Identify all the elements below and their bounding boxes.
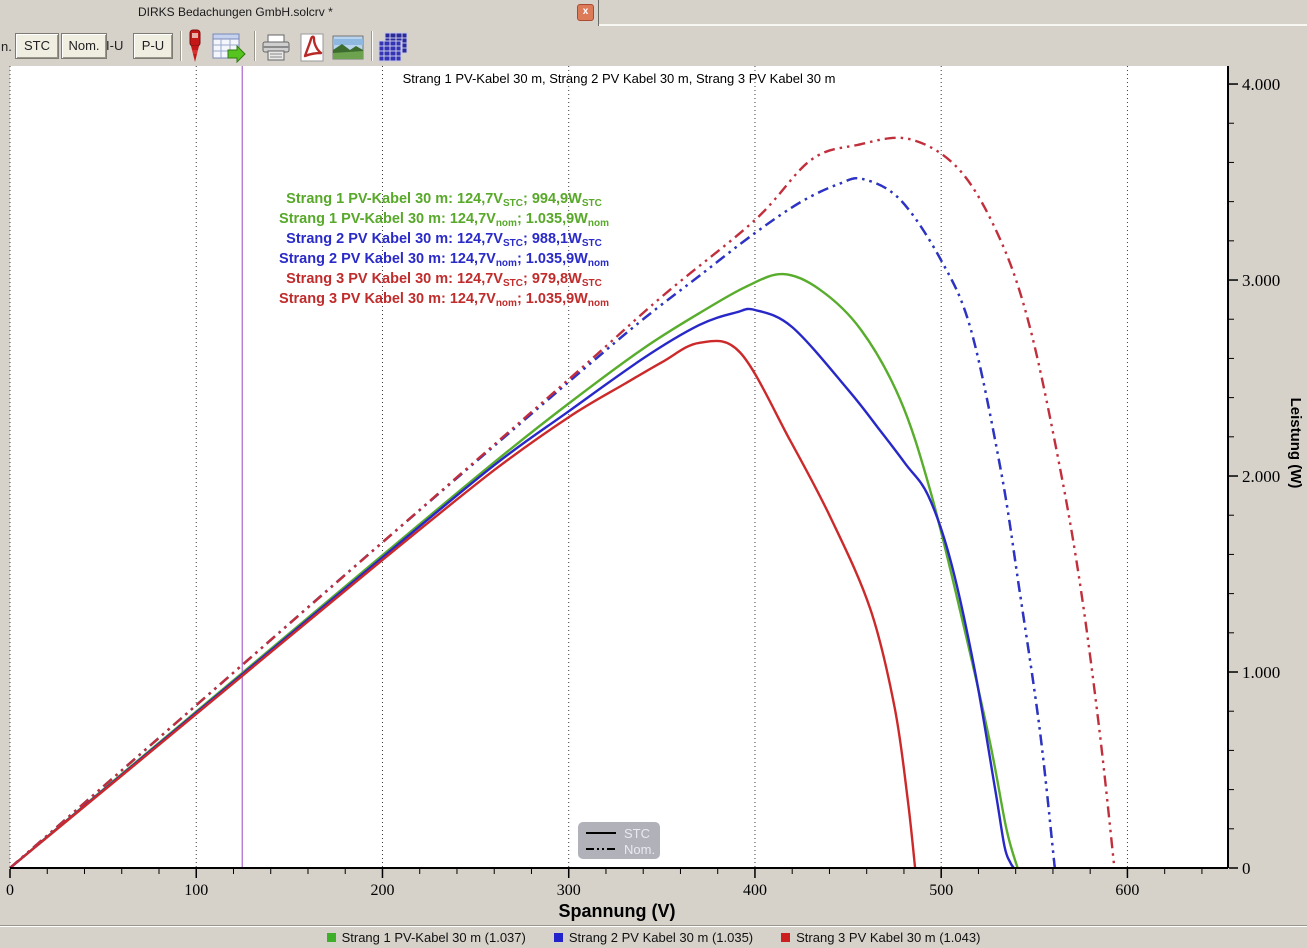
series-label: Strang 1 PV-Kabel 30 m (1.037) (342, 930, 526, 945)
y-tick-label: 3.000 (1242, 271, 1280, 290)
toolbar-separator (254, 31, 255, 61)
plot-background (10, 66, 1228, 868)
image-icon[interactable] (332, 35, 364, 65)
status-legend-item: Strang 1 PV-Kabel 30 m (1.037) (327, 930, 526, 945)
series-color-swatch (554, 933, 563, 942)
series-color-swatch (327, 933, 336, 942)
chart-area: 0 100 200 300 400 500 600 0 1.000 2.000 3.000 4.000… (0, 66, 1307, 925)
series-label: Strang 3 PV Kabel 30 m (1.043) (796, 930, 980, 945)
export-table-icon[interactable] (212, 33, 246, 68)
close-icon[interactable]: x (577, 4, 594, 21)
clipped-button-label[interactable]: n. (1, 39, 12, 54)
chart-title: Strang 1 PV-Kabel 30 m, Strang 2 PV Kabe… (403, 71, 836, 86)
y-tick-label: 0 (1242, 859, 1251, 878)
tab-divider (598, 0, 599, 26)
x-axis-title: Spannung (V) (559, 901, 676, 921)
mpp-annotation: Strang 3 PV Kabel 30 m: 124,7Vnom; 1.035… (279, 291, 609, 309)
pv-power-voltage-chart: 0 100 200 300 400 500 600 0 1.000 2.000 3.000 4.000… (0, 66, 1307, 925)
document-tab[interactable]: DIRKS Bedachungen GmbH.solcrv * x (0, 0, 598, 26)
mpp-annotation: Strang 1 PV-Kabel 30 m: 124,7VSTC; 994,9… (286, 191, 602, 209)
printer-icon[interactable] (261, 34, 291, 67)
x-tick-label: 200 (370, 882, 394, 899)
pu-curve-button[interactable]: P-U (133, 33, 173, 59)
y-tick-label: 1.000 (1242, 663, 1280, 682)
solar-panel-icon[interactable] (377, 31, 409, 68)
legend-label: STC (624, 826, 650, 841)
thermometer-icon[interactable] (186, 29, 204, 70)
toolbar-separator (180, 31, 181, 61)
nom-button[interactable]: Nom. (61, 33, 107, 59)
status-legend-bar: Strang 1 PV-Kabel 30 m (1.037) Strang 2 P… (0, 925, 1307, 948)
status-legend-item: Strang 2 PV Kabel 30 m (1.035) (554, 930, 753, 945)
y-tick-label: 4.000 (1242, 75, 1280, 94)
mpp-annotation: Strang 2 PV Kabel 30 m: 124,7Vnom; 1.035… (279, 251, 609, 269)
x-tick-label: 500 (929, 882, 953, 899)
stc-button[interactable]: STC (15, 33, 59, 59)
x-tick-label: 0 (6, 882, 14, 899)
status-legend-item: Strang 3 PV Kabel 30 m (1.043) (781, 930, 980, 945)
series-label: Strang 2 PV Kabel 30 m (1.035) (569, 930, 753, 945)
mpp-annotation: Strang 2 PV Kabel 30 m: 124,7VSTC; 988,1… (286, 231, 602, 249)
x-tick-label: 600 (1115, 882, 1139, 899)
y-tick-label: 2.000 (1242, 467, 1280, 486)
tab-bar: DIRKS Bedachungen GmbH.solcrv * x (0, 0, 1307, 26)
series-color-swatch (781, 933, 790, 942)
mpp-annotation: Strang 1 PV-Kabel 30 m: 124,7Vnom; 1.035… (279, 211, 609, 229)
x-tick-label: 300 (557, 882, 581, 899)
pdf-icon[interactable] (298, 33, 326, 68)
legend-label: Nom. (624, 842, 655, 857)
document-tab-title: DIRKS Bedachungen GmbH.solcrv * (138, 5, 333, 19)
y-axis-title: Leistung (W) (1287, 398, 1304, 489)
mpp-annotation: Strang 3 PV Kabel 30 m: 124,7VSTC; 979,8… (286, 271, 602, 289)
x-tick-label: 100 (184, 882, 208, 899)
toolbar: n. STC Nom. I-U P-U (0, 26, 1307, 66)
x-tick-label: 400 (743, 882, 767, 899)
toolbar-separator (371, 31, 372, 61)
iu-curve-button[interactable]: I-U (106, 38, 123, 53)
